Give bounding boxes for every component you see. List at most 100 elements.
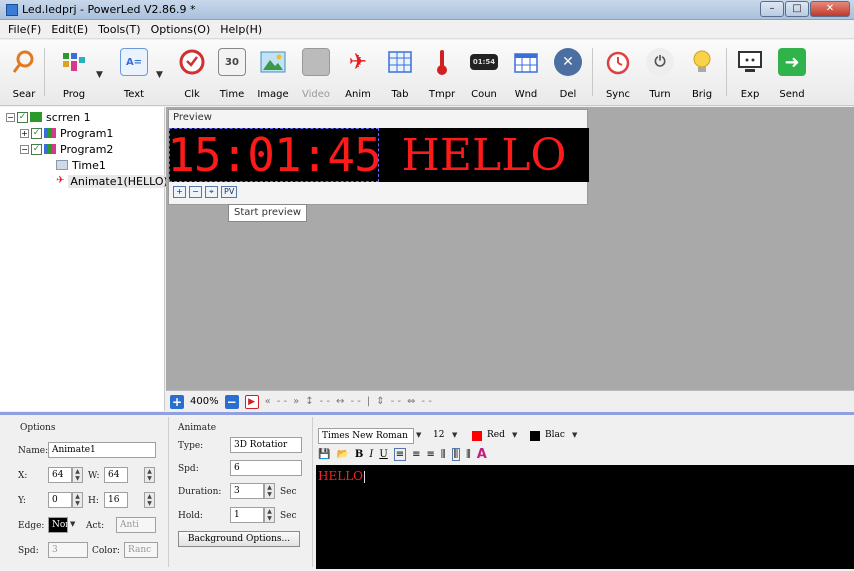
type-select[interactable]: 3D Rotatior	[230, 437, 302, 453]
bg-color-select[interactable]: Blac	[542, 428, 570, 444]
checkbox-checked-icon[interactable]: ✓	[17, 111, 28, 123]
name-input[interactable]: Animate1	[48, 442, 156, 458]
bg-color-dropdown-icon[interactable]: ▼	[572, 431, 582, 439]
align-bottom-icon[interactable]: ⫼	[466, 449, 471, 460]
temperature-button[interactable]: Tmpr	[422, 44, 462, 102]
bold-button[interactable]: B	[355, 449, 363, 460]
duration-spinner-icon[interactable]: ▲ ▼	[264, 483, 275, 499]
send-button[interactable]: ➜ Send	[772, 44, 812, 102]
clock-button[interactable]: Clk	[172, 44, 212, 102]
fg-color-dropdown-icon[interactable]: ▼	[512, 431, 522, 439]
table-button[interactable]: Tab	[380, 44, 420, 102]
menu-edit[interactable]: Edit(E)	[51, 23, 88, 36]
edge-select[interactable]: Non	[48, 517, 68, 533]
anim-spd-select[interactable]: 6	[230, 460, 302, 476]
hold-spinner-icon[interactable]: ▲ ▼	[264, 507, 275, 523]
h-spinner-icon[interactable]: ▲ ▼	[144, 492, 155, 508]
menu-tools[interactable]: Tools(T)	[98, 23, 140, 36]
edge-dropdown-icon[interactable]: ▼	[70, 520, 80, 528]
text-button[interactable]: A= Text	[114, 44, 154, 102]
sync-button[interactable]: Sync	[598, 44, 638, 102]
clock-region[interactable]: 15:01:45	[167, 128, 382, 182]
text-effect-button[interactable]: A	[477, 447, 487, 462]
x-input[interactable]: 64	[48, 467, 72, 483]
delete-button[interactable]: ✕ Del	[548, 44, 588, 102]
underline-button[interactable]: U	[379, 449, 387, 460]
animate-region[interactable]: HELLO	[379, 128, 589, 182]
maximize-button[interactable]: □	[785, 1, 809, 17]
program-dropdown-arrow-icon[interactable]: ▼	[96, 70, 103, 80]
window-button[interactable]: Wnd	[506, 44, 546, 102]
image-button[interactable]: Image	[253, 44, 293, 102]
minimize-button[interactable]: –	[760, 1, 784, 17]
tree-node-time1[interactable]: Time1	[0, 157, 164, 173]
save-icon[interactable]: 💾	[318, 449, 330, 460]
y-input[interactable]: 0	[48, 492, 72, 508]
checkbox-checked-icon[interactable]: ✓	[31, 143, 42, 155]
start-preview-button[interactable]: PV	[221, 186, 238, 198]
act-select[interactable]: Anti	[116, 517, 156, 533]
fg-color-swatch[interactable]	[472, 431, 482, 441]
align-top-icon[interactable]: ⫼	[441, 449, 446, 460]
align-middle-icon[interactable]: ⫼	[451, 447, 461, 461]
align-left-icon[interactable]: ≡	[393, 447, 407, 461]
export-button[interactable]: Exp	[730, 44, 770, 102]
text-editor[interactable]: HELLO	[316, 465, 854, 569]
tree-node-program2[interactable]: − ✓ Program2	[0, 141, 164, 157]
align-center-icon[interactable]: ≡	[412, 449, 420, 460]
font-select[interactable]: Times New Roman	[318, 428, 414, 444]
search-button[interactable]: Sear	[4, 44, 44, 102]
zoom-minus-icon[interactable]: −	[224, 394, 239, 409]
collapse-icon[interactable]: −	[20, 144, 29, 154]
text-dropdown-arrow-icon[interactable]: ▼	[156, 70, 163, 80]
turn-button[interactable]: ⏻ Turn	[640, 44, 680, 102]
size-select[interactable]: 12	[430, 428, 450, 444]
close-button[interactable]: ✕	[810, 1, 850, 17]
play-icon[interactable]: ▶	[244, 394, 259, 409]
program-button[interactable]: Prog	[54, 44, 94, 102]
led-screen[interactable]: 15:01:45 HELLO	[167, 128, 589, 182]
bg-color-swatch[interactable]	[530, 431, 540, 441]
open-folder-icon[interactable]: 📂	[336, 449, 348, 460]
zoom-out-button[interactable]: −	[189, 186, 202, 198]
menu-options[interactable]: Options(O)	[151, 23, 211, 36]
w-spinner-icon[interactable]: ▲ ▼	[144, 467, 155, 483]
y-spinner-icon[interactable]: ▲ ▼	[72, 492, 83, 508]
italic-button[interactable]: I	[369, 449, 373, 460]
background-options-button[interactable]: Background Options...	[178, 531, 300, 547]
canvas-area[interactable]: Preview 15:01:45 HELLO + − ⌖ PV Start pr…	[166, 107, 854, 390]
font-dropdown-icon[interactable]: ▼	[416, 431, 426, 439]
w-input[interactable]: 64	[104, 467, 128, 483]
fg-color-select[interactable]: Red	[484, 428, 510, 444]
h-input[interactable]: 16	[104, 492, 128, 508]
video-button[interactable]: Video	[296, 44, 336, 102]
align-horizontal-icon[interactable]: ↔	[336, 396, 344, 407]
zoom-in-button[interactable]: +	[173, 186, 186, 198]
tree-node-screen[interactable]: − ✓ scrren 1	[0, 109, 164, 125]
next-icon[interactable]: »	[293, 396, 299, 407]
align-vertical-icon[interactable]: ↕	[305, 396, 313, 407]
editor-text[interactable]: HELLO	[318, 469, 365, 483]
expand-vertical-icon[interactable]: ⇕	[376, 396, 384, 407]
spd-select[interactable]: 3	[48, 542, 88, 558]
align-right-icon[interactable]: ≡	[427, 449, 435, 460]
zoom-plus-icon[interactable]: +	[170, 394, 184, 409]
size-dropdown-icon[interactable]: ▼	[452, 431, 462, 439]
duration-input[interactable]: 3	[230, 483, 264, 499]
animation-button[interactable]: ✈ Anim	[338, 44, 378, 102]
expand-icon[interactable]: +	[20, 128, 29, 138]
expand-horizontal-icon[interactable]: ⇔	[407, 396, 415, 407]
menu-file[interactable]: File(F)	[8, 23, 41, 36]
brightness-button[interactable]: Brig	[682, 44, 722, 102]
tree-node-program1[interactable]: + ✓ Program1	[0, 125, 164, 141]
collapse-icon[interactable]: −	[6, 112, 15, 122]
color-select[interactable]: Ranc	[124, 542, 158, 558]
menu-help[interactable]: Help(H)	[220, 23, 262, 36]
prev-icon[interactable]: «	[265, 396, 271, 407]
x-spinner-icon[interactable]: ▲ ▼	[72, 467, 83, 483]
time-button[interactable]: 30 Time	[212, 44, 252, 102]
checkbox-checked-icon[interactable]: ✓	[31, 127, 42, 139]
counter-button[interactable]: 01:54 Coun	[464, 44, 504, 102]
hold-input[interactable]: 1	[230, 507, 264, 523]
fit-screen-button[interactable]: ⌖	[205, 186, 218, 198]
